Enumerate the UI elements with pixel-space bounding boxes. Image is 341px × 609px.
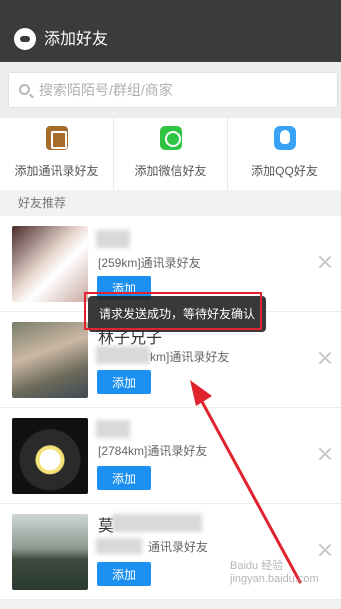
wechat-icon bbox=[159, 126, 182, 150]
add-qq-friends-button[interactable]: 添加QQ好友 bbox=[227, 118, 341, 190]
add-wechat-friends-button[interactable]: 添加微信好友 bbox=[113, 118, 227, 190]
blurred-distance bbox=[96, 346, 150, 364]
dismiss-close-icon[interactable] bbox=[317, 254, 333, 270]
friend-description: 通讯录好友 bbox=[148, 540, 209, 554]
add-button[interactable]: 添加 bbox=[97, 562, 151, 586]
blurred-name bbox=[96, 230, 130, 248]
friend-description: km]通讯录好友 bbox=[150, 350, 230, 364]
avatar[interactable] bbox=[12, 418, 88, 494]
add-button[interactable]: 添加 bbox=[97, 370, 151, 394]
search-icon bbox=[19, 84, 30, 95]
list-item[interactable]: [2784km]通讯录好友 添加 bbox=[0, 408, 341, 504]
friend-description: [259km]通讯录好友 bbox=[98, 256, 201, 270]
blurred-name bbox=[96, 420, 130, 438]
add-wechat-friends-label: 添加微信好友 bbox=[134, 164, 207, 178]
blurred-distance bbox=[96, 538, 142, 554]
friend-description: [2784km]通讯录好友 bbox=[98, 444, 208, 458]
recommendation-list: [259km]通讯录好友 添加 林子兄子 km]通讯录好友 添加 [2784km… bbox=[0, 216, 341, 600]
add-contacts-friends-button[interactable]: 添加通讯录好友 bbox=[0, 118, 113, 190]
search-bar bbox=[0, 62, 341, 118]
search-input[interactable] bbox=[39, 79, 329, 101]
search-box[interactable] bbox=[8, 72, 338, 108]
page-title: 添加好友 bbox=[44, 31, 109, 48]
dismiss-close-icon[interactable] bbox=[317, 446, 333, 462]
contacts-book-icon bbox=[45, 126, 68, 150]
avatar[interactable] bbox=[12, 514, 88, 590]
top-bar: 添加好友 bbox=[0, 0, 341, 62]
add-button[interactable]: 添加 bbox=[97, 466, 151, 490]
add-qq-friends-label: 添加QQ好友 bbox=[251, 164, 318, 178]
qq-icon bbox=[273, 126, 296, 150]
section-title: 好友推荐 bbox=[0, 190, 341, 216]
watermark-subtext: jingyan.baidu.com bbox=[230, 573, 319, 585]
dismiss-close-icon[interactable] bbox=[317, 350, 333, 366]
add-contacts-friends-label: 添加通讯录好友 bbox=[14, 164, 99, 178]
dismiss-close-icon[interactable] bbox=[317, 542, 333, 558]
blurred-name bbox=[112, 514, 202, 532]
avatar[interactable] bbox=[12, 322, 88, 398]
toast-message: 请求发送成功，等待好友确认 bbox=[88, 296, 266, 332]
momo-logo-icon bbox=[14, 28, 36, 50]
avatar[interactable] bbox=[12, 226, 88, 302]
watermark-text: Baidu 经验 bbox=[230, 560, 284, 572]
quick-add-options: 添加通讯录好友 添加微信好友 添加QQ好友 bbox=[0, 118, 341, 190]
watermark: Baidu 经验 jingyan.baidu.com bbox=[230, 560, 319, 586]
